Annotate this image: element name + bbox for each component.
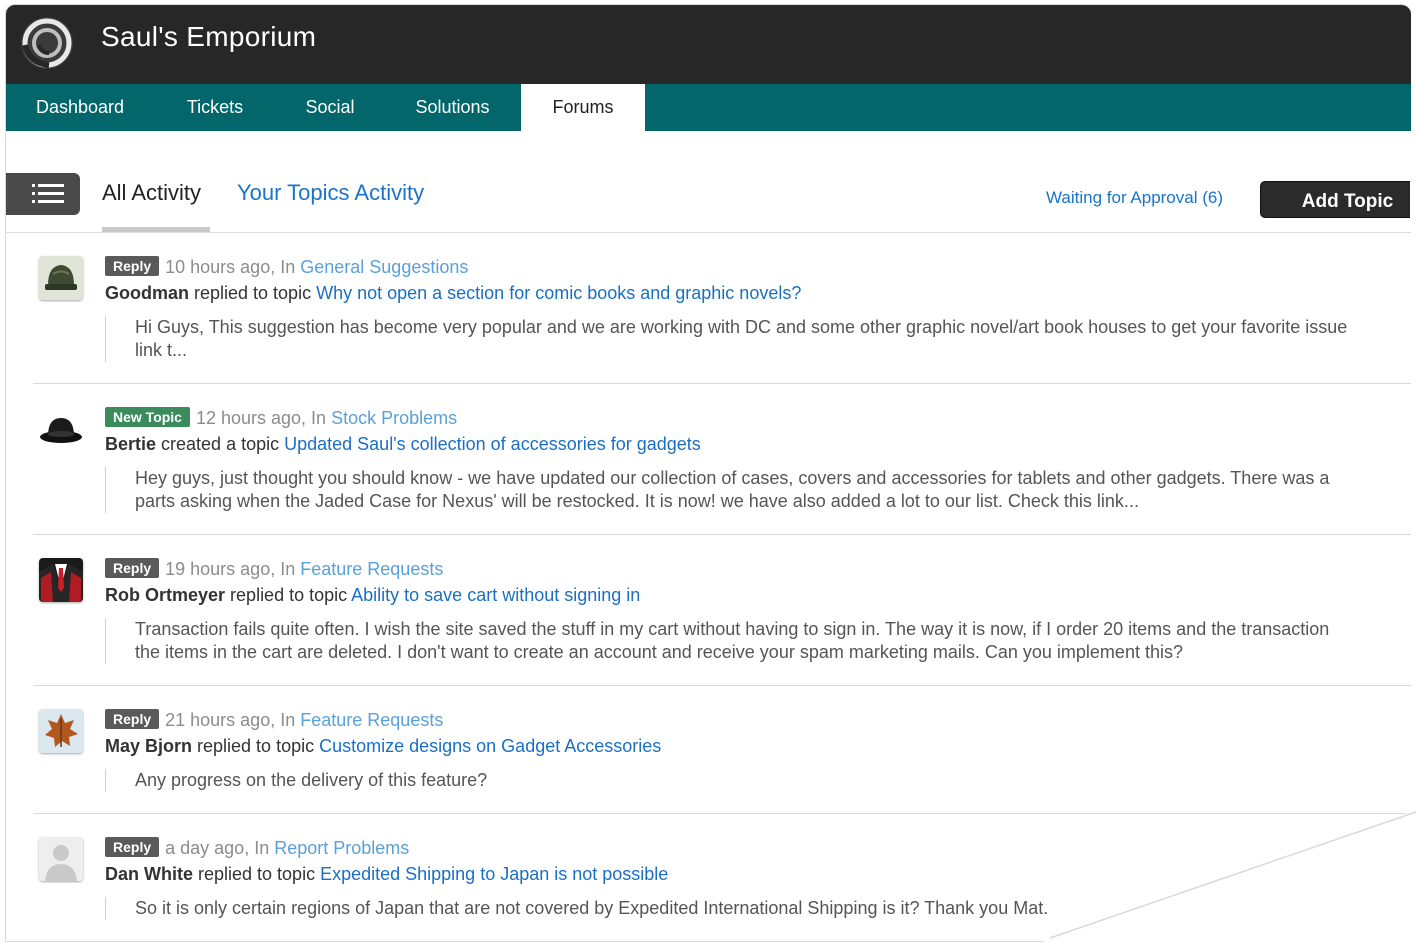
activity-summary: Bertie created a topic Updated Saul's co… bbox=[105, 434, 701, 455]
reply-badge: Reply bbox=[105, 837, 160, 857]
activity-summary: Rob Ortmeyer replied to topic Ability to… bbox=[105, 585, 640, 606]
activity-summary: May Bjorn replied to topic Customize des… bbox=[105, 736, 661, 757]
author-name[interactable]: May Bjorn bbox=[105, 736, 192, 756]
activity-action: replied to topic bbox=[193, 864, 321, 884]
tab-all-activity[interactable]: All Activity bbox=[102, 180, 201, 206]
topic-link[interactable]: Expedited Shipping to Japan is not possi… bbox=[320, 864, 668, 884]
excerpt-line: Hi Guys, This suggestion has become very… bbox=[135, 317, 1348, 337]
excerpt-line: parts asking when the Jaded Case for Nex… bbox=[135, 491, 1139, 511]
helmet-avatar[interactable] bbox=[39, 256, 83, 300]
activity-summary: Dan White replied to topic Expedited Shi… bbox=[105, 864, 668, 885]
top-bar: Saul's Emporium bbox=[6, 5, 1411, 84]
activity-excerpt: Transaction fails quite often. I wish th… bbox=[105, 618, 1411, 664]
topic-link[interactable]: Updated Saul's collection of accessories… bbox=[284, 434, 701, 454]
author-name[interactable]: Dan White bbox=[105, 864, 193, 884]
app-window: Saul's Emporium Dashboard Tickets Social… bbox=[5, 4, 1411, 942]
activity-divider bbox=[33, 685, 1411, 686]
activity-time: 12 hours ago, In bbox=[195, 408, 327, 428]
nav-forums[interactable]: Forums bbox=[521, 84, 645, 131]
excerpt-line: the items in the cart are deleted. I don… bbox=[135, 642, 1183, 662]
activity-action: replied to topic bbox=[189, 283, 317, 303]
topic-link[interactable]: Customize designs on Gadget Accessories bbox=[319, 736, 661, 756]
list-menu-button[interactable] bbox=[6, 173, 80, 215]
activity-time: a day ago, In bbox=[165, 838, 270, 858]
activity-action: created a topic bbox=[156, 434, 285, 454]
reply-badge: Reply bbox=[105, 256, 160, 276]
activity-excerpt: Hi Guys, This suggestion has become very… bbox=[105, 316, 1411, 362]
activity-time: 19 hours ago, In bbox=[165, 559, 296, 579]
reply-badge: Reply bbox=[105, 709, 160, 729]
activity-time: 21 hours ago, In bbox=[165, 710, 296, 730]
page-curl-decoration bbox=[1040, 810, 1416, 943]
activity-meta: Reply a day ago, In Report Problems bbox=[105, 837, 409, 859]
bowler-hat-avatar[interactable] bbox=[39, 407, 83, 451]
activity-excerpt: Hey guys, just thought you should know -… bbox=[105, 467, 1411, 513]
waiting-for-approval-link[interactable]: Waiting for Approval (6) bbox=[1046, 188, 1223, 208]
activity-divider bbox=[33, 383, 1411, 384]
activity-meta: New Topic 12 hours ago, In Stock Problems bbox=[105, 407, 457, 429]
activity-meta: Reply 10 hours ago, In General Suggestion… bbox=[105, 256, 468, 278]
header-divider bbox=[6, 232, 1411, 233]
nav-dashboard[interactable]: Dashboard bbox=[6, 84, 154, 131]
add-topic-button[interactable]: Add Topic bbox=[1260, 181, 1410, 218]
forum-link[interactable]: Feature Requests bbox=[300, 559, 443, 579]
activity-action: replied to topic bbox=[225, 585, 352, 605]
forum-link[interactable]: Report Problems bbox=[274, 838, 409, 858]
app-title: Saul's Emporium bbox=[101, 21, 317, 52]
excerpt-line: Hey guys, just thought you should know -… bbox=[135, 468, 1330, 488]
activity-meta: Reply 21 hours ago, In Feature Requests bbox=[105, 709, 443, 731]
activity-action: replied to topic bbox=[192, 736, 320, 756]
topic-link[interactable]: Why not open a section for comic books a… bbox=[316, 283, 801, 303]
swirl-logo-icon[interactable] bbox=[19, 15, 75, 71]
nav-social[interactable]: Social bbox=[276, 84, 384, 131]
excerpt-line: Transaction fails quite often. I wish th… bbox=[135, 619, 1330, 639]
author-name[interactable]: Rob Ortmeyer bbox=[105, 585, 225, 605]
activity-time: 10 hours ago, In bbox=[165, 257, 296, 277]
activity-summary: Goodman replied to topic Why not open a … bbox=[105, 283, 801, 304]
list-icon bbox=[32, 184, 64, 203]
forum-link[interactable]: General Suggestions bbox=[300, 257, 468, 277]
activity-meta: Reply 19 hours ago, In Feature Requests bbox=[105, 558, 443, 580]
activity-divider bbox=[33, 534, 1411, 535]
suit-avatar[interactable] bbox=[39, 558, 83, 602]
forum-link[interactable]: Stock Problems bbox=[331, 408, 457, 428]
nav-tickets[interactable]: Tickets bbox=[154, 84, 276, 131]
main-nav: Dashboard Tickets Social Solutions Forum… bbox=[6, 84, 1411, 131]
reply-badge: Reply bbox=[105, 558, 160, 578]
new-topic-badge: New Topic bbox=[105, 407, 190, 427]
nav-solutions[interactable]: Solutions bbox=[384, 84, 521, 131]
tab-your-topics-activity[interactable]: Your Topics Activity bbox=[237, 180, 424, 206]
author-name[interactable]: Goodman bbox=[105, 283, 189, 303]
default-user-avatar[interactable] bbox=[39, 837, 83, 881]
excerpt-line: Any progress on the delivery of this fea… bbox=[135, 770, 488, 790]
excerpt-line: link t... bbox=[135, 340, 188, 360]
author-name[interactable]: Bertie bbox=[105, 434, 156, 454]
activity-excerpt: Any progress on the delivery of this fea… bbox=[105, 769, 1411, 792]
leaf-avatar[interactable] bbox=[39, 709, 83, 753]
forum-link[interactable]: Feature Requests bbox=[300, 710, 443, 730]
topic-link[interactable]: Ability to save cart without signing in bbox=[351, 585, 640, 605]
